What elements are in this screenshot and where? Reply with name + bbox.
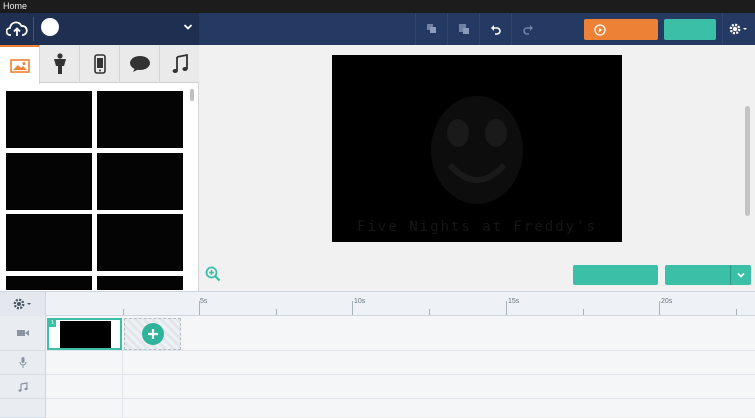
stage-area: Five Nights at Freddy's xyxy=(200,45,755,291)
ruler-tick xyxy=(276,309,277,315)
undo-button[interactable] xyxy=(479,13,511,45)
image-icon xyxy=(9,58,30,73)
timeline: 5s 10s 15s 20s 1 xyxy=(0,291,755,418)
timeline-ruler[interactable]: 5s 10s 15s 20s xyxy=(46,292,755,316)
scene-stage[interactable]: Five Nights at Freddy's xyxy=(332,55,622,242)
music-note-icon xyxy=(172,54,188,73)
background-thumbnail[interactable] xyxy=(6,214,92,271)
next-action-button[interactable] xyxy=(665,265,730,285)
voice-track-header xyxy=(0,351,46,375)
music-track-header xyxy=(0,375,46,399)
microphone-icon xyxy=(19,357,26,368)
gear-icon xyxy=(13,298,31,310)
tab-props[interactable] xyxy=(80,45,120,83)
background-grid xyxy=(4,90,188,290)
redo-button[interactable] xyxy=(511,13,543,45)
character-icon xyxy=(53,53,66,74)
zoom-in-icon[interactable] xyxy=(205,266,221,282)
settings-button[interactable] xyxy=(722,13,755,45)
tab-speech[interactable] xyxy=(120,45,160,83)
background-thumbnail[interactable] xyxy=(6,153,92,210)
ruler-label: 5s xyxy=(200,298,208,305)
ruler-tick xyxy=(506,301,507,315)
window-title: Home xyxy=(0,0,755,13)
background-thumbnail[interactable] xyxy=(6,276,92,290)
voice-track[interactable] xyxy=(46,351,755,375)
ruler-tick xyxy=(583,309,584,315)
tab-backgrounds[interactable] xyxy=(0,45,40,84)
action-dropdown-button[interactable] xyxy=(730,265,751,285)
top-navbar xyxy=(0,13,755,45)
background-thumbnail[interactable] xyxy=(97,214,183,271)
plus-icon xyxy=(141,323,164,345)
stage-watermark: Five Nights at Freddy's xyxy=(357,219,597,235)
ruler-tick xyxy=(429,309,430,315)
undo-icon xyxy=(490,25,501,35)
character-face-image xyxy=(431,96,523,204)
publish-button[interactable] xyxy=(664,19,716,40)
ruler-tick xyxy=(123,309,124,315)
preview-button[interactable] xyxy=(584,19,658,40)
copy-button[interactable] xyxy=(415,13,447,45)
avatar[interactable] xyxy=(41,18,59,36)
scene-preview xyxy=(60,321,111,348)
ruler-tick xyxy=(736,309,737,315)
background-thumbnail[interactable] xyxy=(6,91,92,148)
gear-icon xyxy=(729,23,747,35)
ruler-label: 10s xyxy=(354,298,366,305)
background-thumbnail[interactable] xyxy=(97,91,183,148)
video-track-header xyxy=(0,316,46,351)
speech-bubble-icon xyxy=(129,56,150,72)
library-scrollbar[interactable] xyxy=(190,87,195,287)
upload-button[interactable] xyxy=(0,13,33,45)
stage-scrollbar[interactable] xyxy=(745,106,750,216)
track-divider xyxy=(122,352,123,418)
music-track[interactable] xyxy=(46,375,755,399)
ruler-tick xyxy=(199,301,200,315)
scene-number-badge: 1 xyxy=(49,320,56,327)
phone-icon xyxy=(93,54,106,74)
redo-icon xyxy=(522,25,533,35)
library-scroll-thumb[interactable] xyxy=(190,89,194,101)
paste-button[interactable] xyxy=(447,13,479,45)
tab-characters[interactable] xyxy=(40,45,80,83)
cloud-upload-icon xyxy=(5,21,28,36)
add-scene-after-button[interactable] xyxy=(573,265,658,285)
copy-icon xyxy=(426,24,436,33)
asset-library xyxy=(0,45,199,291)
scene-thumbnail[interactable]: 1 xyxy=(47,318,122,350)
ruler-tick xyxy=(352,301,353,315)
chevron-down-icon xyxy=(737,272,745,278)
play-circle-icon xyxy=(594,23,606,36)
ruler-label: 20s xyxy=(661,298,673,305)
background-thumbnail[interactable] xyxy=(97,276,183,290)
chevron-down-icon[interactable] xyxy=(182,21,194,33)
video-camera-icon xyxy=(16,330,29,336)
empty-track-header xyxy=(0,399,46,418)
timeline-settings-button[interactable] xyxy=(0,292,46,316)
paste-icon xyxy=(458,24,469,34)
tab-music[interactable] xyxy=(160,45,200,83)
library-tabs xyxy=(0,45,200,84)
ruler-tick xyxy=(659,301,660,315)
ruler-label: 15s xyxy=(508,298,520,305)
account-area xyxy=(0,13,199,45)
nav-divider xyxy=(33,17,34,41)
background-thumbnail[interactable] xyxy=(97,153,183,210)
music-note-icon xyxy=(17,381,28,392)
add-scene-button[interactable] xyxy=(124,318,181,350)
